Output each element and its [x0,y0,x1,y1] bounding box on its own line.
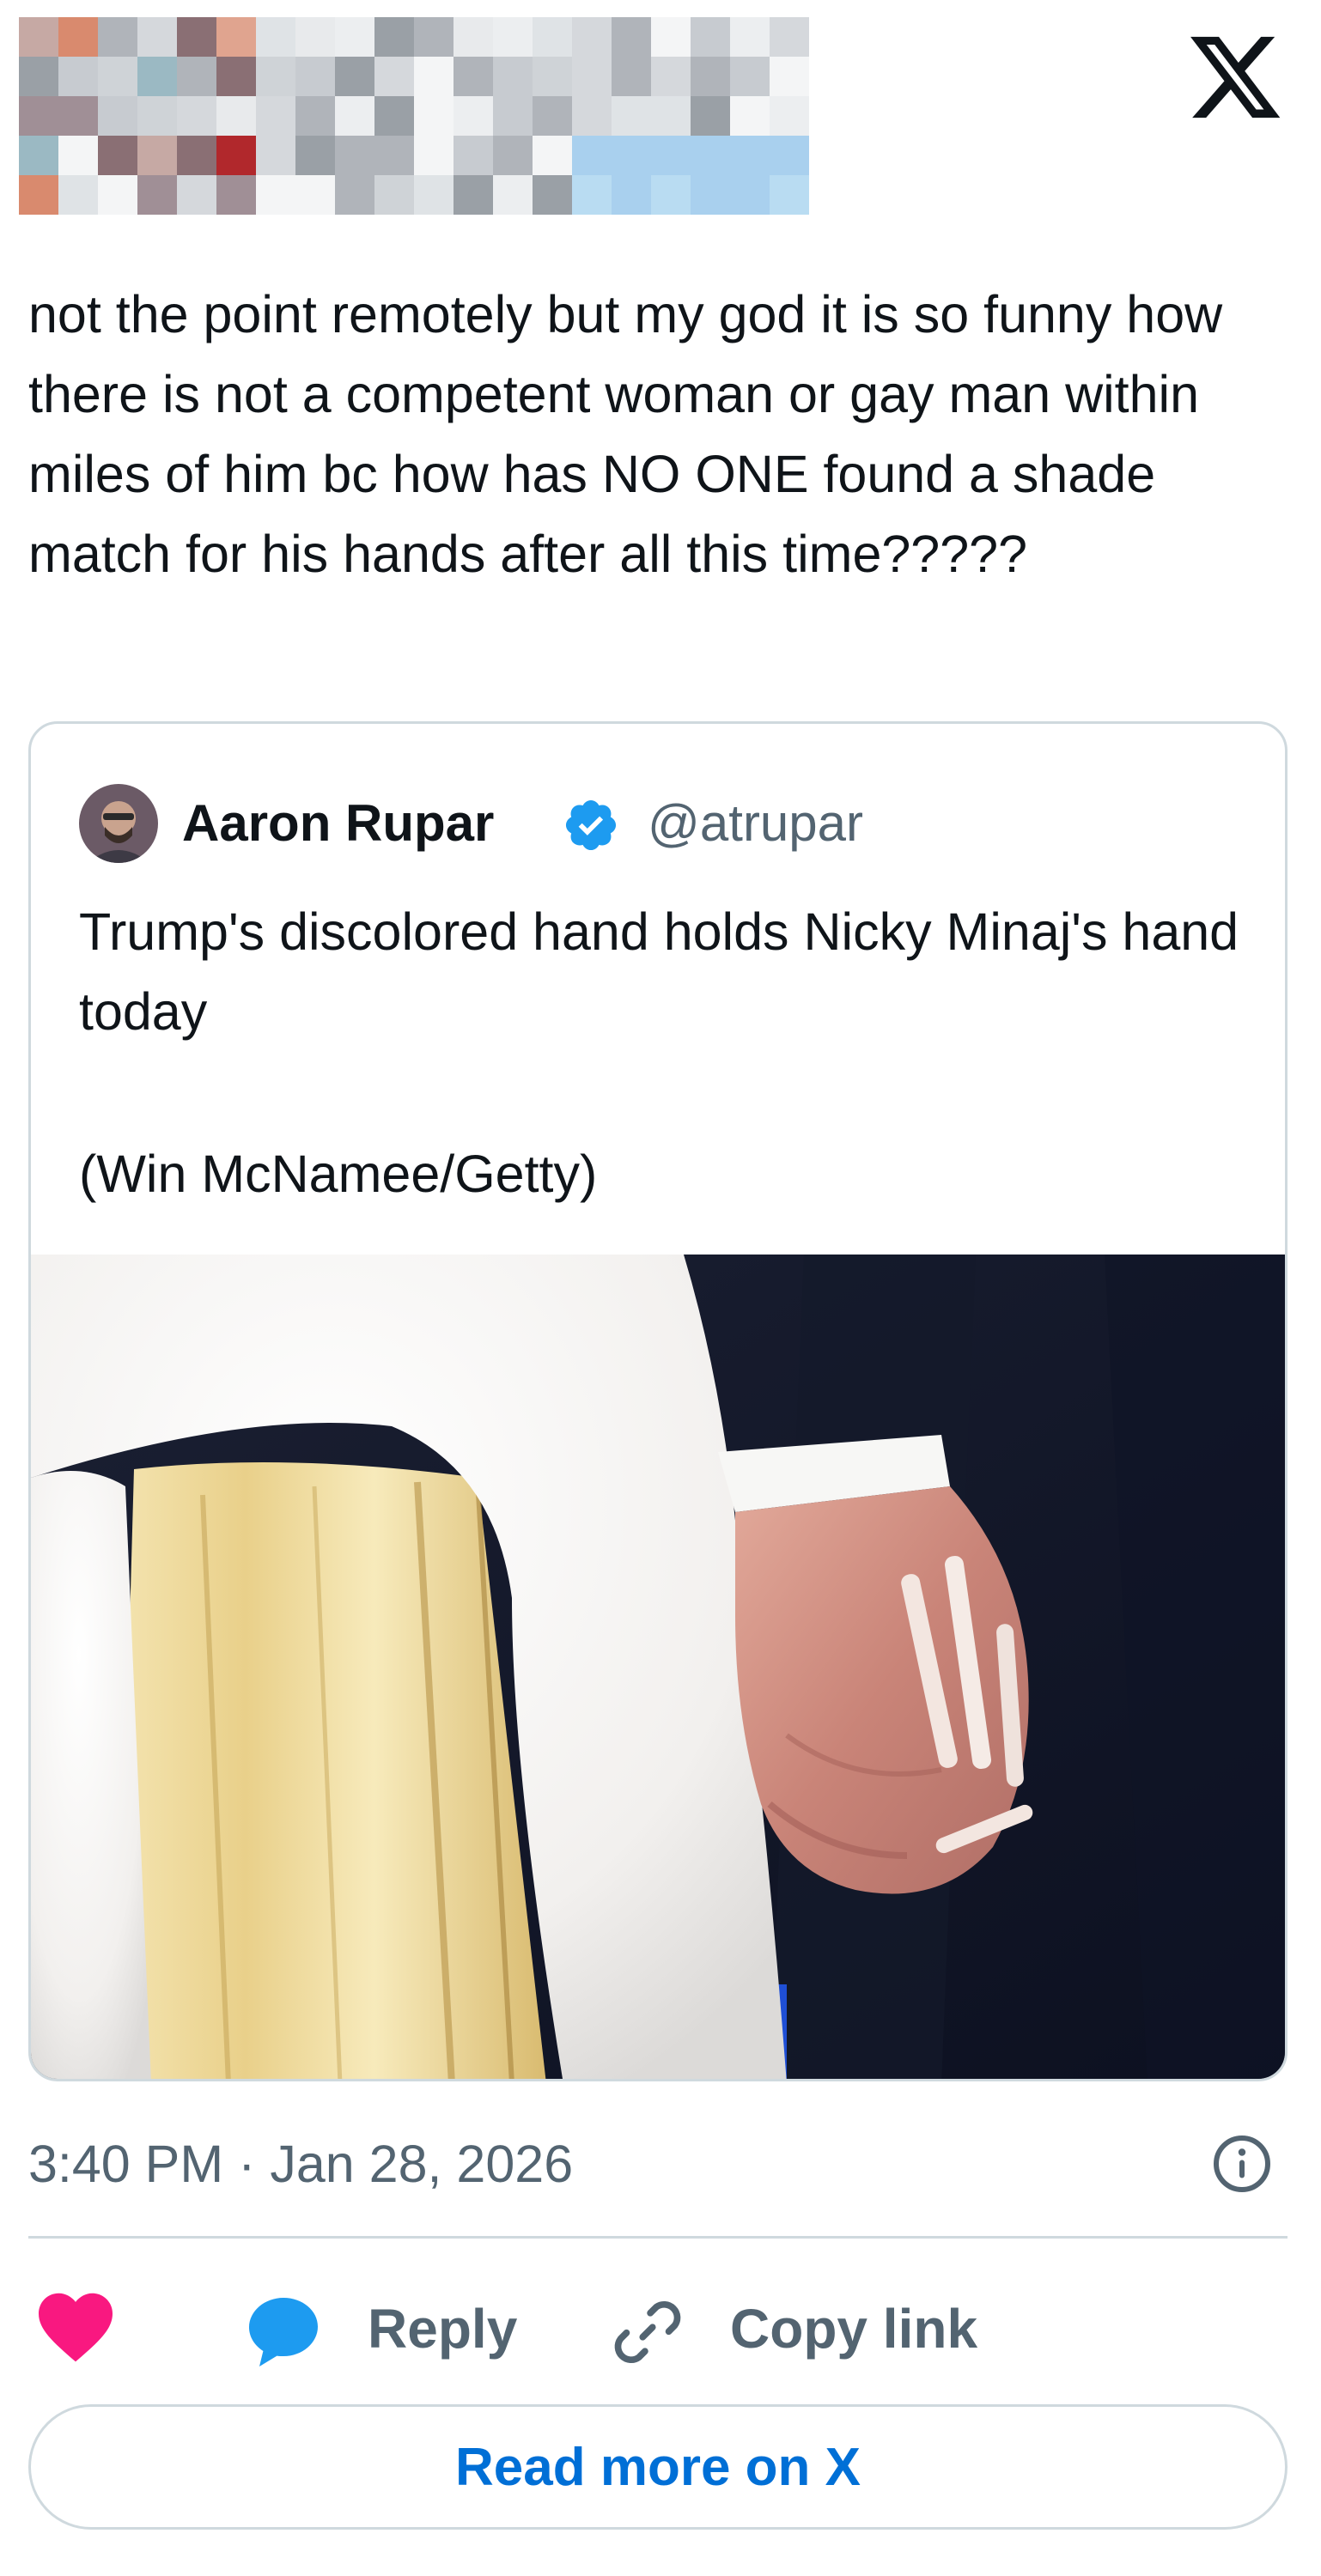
quoted-author-name[interactable]: Aaron Rupar [182,791,494,856]
tweet-text: not the point remotely but my god it is … [28,285,1223,583]
x-logo-icon[interactable] [1185,27,1285,127]
verified-badge-icon [565,799,617,851]
link-icon[interactable] [608,2293,687,2372]
speech-bubble-icon[interactable] [240,2291,326,2373]
obscured-author-header [19,17,809,215]
tweet-timestamp[interactable]: 3:40 PM · Jan 28, 2026 [28,2129,573,2198]
photo-credit: (Win McNamee/Getty) [79,1145,598,1203]
avatar[interactable] [79,784,158,863]
quoted-tweet-text: Trump's discolored hand holds Nicky Mina… [79,902,1239,1041]
info-icon[interactable] [1211,2133,1273,2195]
copy-link-button[interactable]: Copy link [730,2294,977,2363]
quoted-tweet-photo[interactable] [31,1255,1288,2081]
quoted-tweet-card[interactable]: Aaron Rupar @atrupar Trump's discolored … [28,721,1288,2081]
read-more-button[interactable]: Read more on X [28,2404,1288,2530]
divider [28,2236,1288,2239]
reply-button[interactable]: Reply [368,2294,517,2363]
quoted-author-handle[interactable]: @atrupar [648,791,863,856]
heart-icon[interactable] [34,2289,117,2363]
